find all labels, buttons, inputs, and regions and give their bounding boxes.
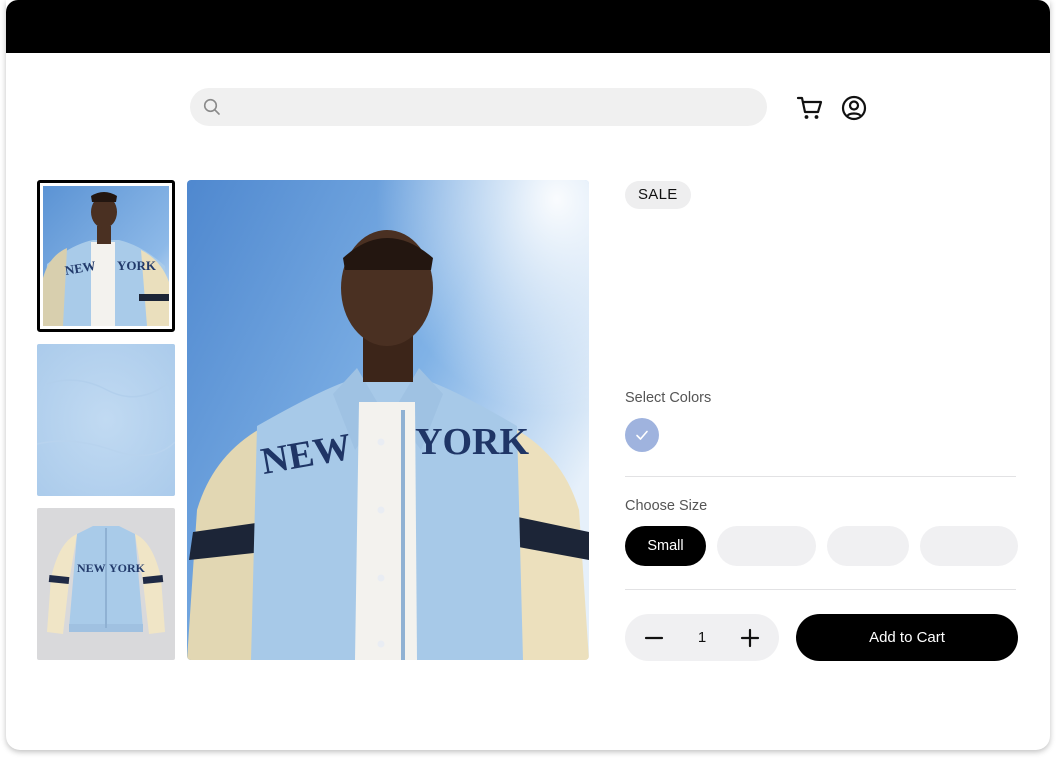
sale-badge: SALE xyxy=(625,181,691,209)
thumbnail-model-image: NEW YORK xyxy=(43,186,169,326)
thumbnail-model[interactable]: NEW YORK xyxy=(37,180,175,332)
search-input[interactable] xyxy=(190,88,767,126)
thumbnail-fabric[interactable] xyxy=(37,344,175,496)
divider xyxy=(625,476,1016,477)
plus-icon[interactable] xyxy=(739,627,761,649)
model-photo: NEW YORK xyxy=(187,180,589,660)
minus-icon[interactable] xyxy=(643,627,665,649)
check-icon xyxy=(636,430,648,440)
thumbnail-jacket-flat-image: NEW YORK xyxy=(37,508,175,660)
thumbnail-fabric-image xyxy=(37,344,175,496)
color-swatch-light-blue[interactable] xyxy=(625,418,659,452)
add-to-cart-button[interactable]: Add to Cart xyxy=(796,614,1018,661)
search-icon xyxy=(203,98,220,115)
size-option-2[interactable] xyxy=(717,526,816,566)
choose-size-label: Choose Size xyxy=(625,498,708,514)
cart-icon[interactable] xyxy=(796,94,824,122)
size-option-3[interactable] xyxy=(827,526,909,566)
select-colors-label: Select Colors xyxy=(625,390,712,406)
thumbnail-jacket-flat[interactable]: NEW YORK xyxy=(37,508,175,660)
account-icon[interactable] xyxy=(840,94,868,122)
svg-text:YORK: YORK xyxy=(109,561,146,575)
svg-text:YORK: YORK xyxy=(415,421,529,463)
svg-text:YORK: YORK xyxy=(117,258,157,273)
app-window: NEW YORK NEW YORK NEW YORK SALE Select C… xyxy=(6,0,1050,750)
size-option-small[interactable]: Small xyxy=(625,526,706,566)
divider xyxy=(625,589,1016,590)
main-product-image: NEW YORK xyxy=(187,180,589,660)
svg-text:NEW: NEW xyxy=(77,561,106,575)
quantity-value: 1 xyxy=(697,629,707,646)
top-bar xyxy=(6,0,1050,53)
size-option-4[interactable] xyxy=(920,526,1018,566)
quantity-stepper: 1 xyxy=(625,614,779,661)
